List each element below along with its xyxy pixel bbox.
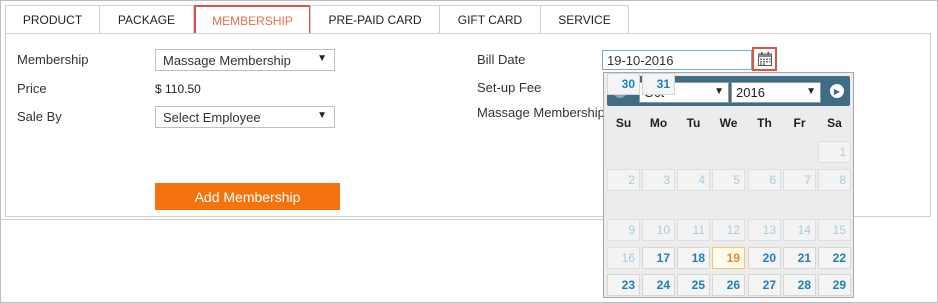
caret-down-icon: ▼	[714, 86, 724, 97]
add-membership-button[interactable]: Add Membership	[155, 183, 340, 210]
calendar-day-8: 8	[818, 169, 851, 191]
weekday-th: Th	[757, 116, 772, 130]
calendar-day-22[interactable]: 22	[818, 247, 851, 269]
tab-pre-paid-card[interactable]: PRE-PAID CARD	[310, 5, 440, 34]
sale-by-select[interactable]: Select Employee ▼	[155, 106, 335, 128]
tab-service[interactable]: SERVICE	[540, 5, 629, 34]
weekday-su: Su	[615, 116, 632, 130]
calendar-day-14: 14	[783, 219, 816, 241]
calendar-day-10: 10	[642, 219, 675, 241]
tab-membership[interactable]: MEMBERSHIP	[194, 5, 311, 34]
calendar-day-27[interactable]: 27	[748, 274, 781, 296]
tab-package[interactable]: PACKAGE	[99, 5, 194, 34]
calendar-day-16: 16	[607, 247, 640, 269]
weekday-fr: Fr	[793, 116, 806, 130]
calendar-day-3: 3	[642, 169, 675, 191]
calendar-day-13: 13	[748, 219, 781, 241]
membership-select-value: Massage Membership	[163, 52, 291, 68]
tab-product[interactable]: PRODUCT	[5, 5, 100, 34]
panel-bottom-divider	[0, 219, 603, 220]
membership-select[interactable]: Massage Membership ▼	[155, 49, 335, 71]
caret-down-icon: ▼	[317, 53, 327, 64]
calendar-day-18[interactable]: 18	[677, 247, 710, 269]
chevron-right-icon[interactable]: ▶	[830, 84, 844, 98]
sale-by-select-value: Select Employee	[163, 109, 261, 125]
membership-label: Membership	[17, 52, 89, 67]
calendar-day-4: 4	[677, 169, 710, 191]
calendar-day-28[interactable]: 28	[783, 274, 816, 296]
weekday-tu: Tu	[686, 116, 701, 130]
calendar-day-19[interactable]: 19	[712, 247, 745, 269]
calendar-button[interactable]	[752, 47, 777, 71]
caret-down-icon: ▼	[806, 86, 816, 97]
calendar-day-5: 5	[712, 169, 745, 191]
sale-by-label: Sale By	[17, 109, 62, 124]
calendar-day-29[interactable]: 29	[818, 274, 851, 296]
price-value: $ 110.50	[155, 82, 201, 96]
bill-date-label: Bill Date	[477, 52, 526, 67]
tab-gift-card[interactable]: GIFT CARD	[439, 5, 541, 34]
calendar-day-6: 6	[748, 169, 781, 191]
calendar-day-21[interactable]: 21	[783, 247, 816, 269]
year-select[interactable]: 2016 ▼	[731, 82, 821, 103]
massage-membership-label: Massage Membership	[477, 105, 603, 120]
calendar-day-12: 12	[712, 219, 745, 241]
calendar-day-17[interactable]: 17	[642, 247, 675, 269]
calendar-day-11: 11	[677, 219, 710, 241]
year-select-value: 2016	[736, 85, 765, 100]
calendar-day-26[interactable]: 26	[712, 274, 745, 296]
calendar-day-20[interactable]: 20	[748, 247, 781, 269]
calendar-icon	[757, 52, 772, 66]
weekday-sa: Sa	[827, 116, 842, 130]
calendar-day-1: 1	[818, 141, 851, 163]
calendar-day-31[interactable]: 31	[642, 73, 675, 95]
calendar-day-7: 7	[783, 169, 816, 191]
calendar-day-25[interactable]: 25	[677, 274, 710, 296]
calendar-day-23[interactable]: 23	[607, 274, 640, 296]
caret-down-icon: ▼	[317, 110, 327, 121]
calendar-day-30[interactable]: 30	[607, 73, 640, 95]
calendar-day-24[interactable]: 24	[642, 274, 675, 296]
calendar-day-15: 15	[818, 219, 851, 241]
datepicker: ◀ Oct ▼ 2016 ▼ ▶ SuMoTuWeThFrSa 12345678…	[603, 72, 854, 298]
price-label: Price	[17, 81, 47, 96]
calendar-day-2: 2	[607, 169, 640, 191]
setup-fee-label: Set-up Fee	[477, 80, 542, 95]
bill-date-input[interactable]: 19-10-2016	[602, 50, 752, 70]
calendar-day-9: 9	[607, 219, 640, 241]
weekday-mo: Mo	[649, 116, 668, 130]
weekday-we: We	[719, 116, 738, 130]
